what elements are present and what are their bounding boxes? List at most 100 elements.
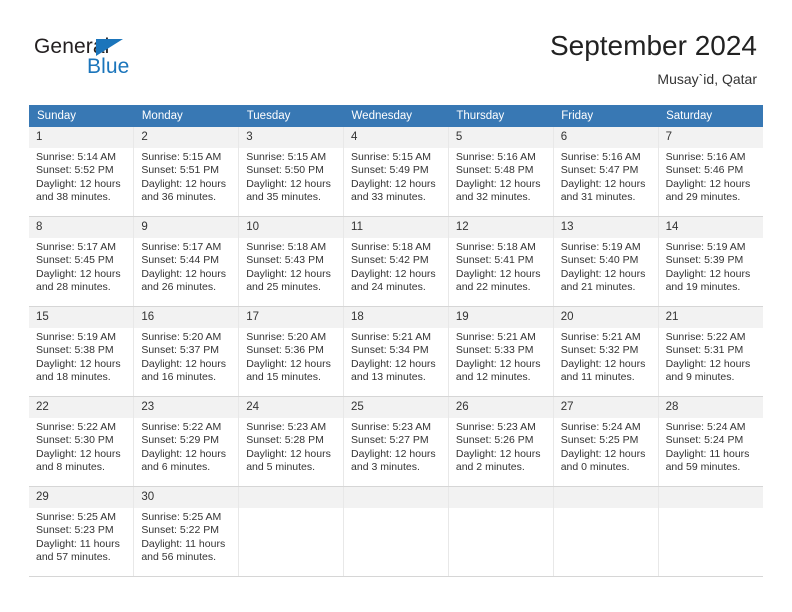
generalblue-logo[interactable]: General Blue (34, 36, 214, 84)
day-cell[interactable]: 16 Sunrise: 5:20 AM Sunset: 5:37 PM Dayl… (133, 306, 240, 397)
daylight-text-line2: and 15 minutes. (246, 371, 321, 384)
sunrise-sunset-calendar: Sunday Monday Tuesday Wednesday Thursday… (29, 105, 763, 577)
day-cell[interactable]: 6 Sunrise: 5:16 AM Sunset: 5:47 PM Dayli… (553, 127, 659, 217)
day-number: 11 (344, 217, 448, 238)
weekday-header-monday: Monday (133, 105, 239, 127)
day-cell[interactable]: 24 Sunrise: 5:23 AM Sunset: 5:28 PM Dayl… (238, 396, 345, 487)
day-number: 27 (553, 397, 658, 418)
day-details: Sunrise: 5:23 AM Sunset: 5:28 PM Dayligh… (239, 418, 343, 475)
day-cell[interactable]: 18 Sunrise: 5:21 AM Sunset: 5:34 PM Dayl… (343, 306, 449, 397)
sunset-text: Sunset: 5:49 PM (351, 164, 429, 177)
daylight-text-line2: and 2 minutes. (455, 461, 525, 474)
day-cell[interactable]: 20 Sunrise: 5:21 AM Sunset: 5:32 PM Dayl… (553, 306, 659, 397)
sunset-text: Sunset: 5:31 PM (665, 344, 744, 357)
daylight-text-line1: Daylight: 12 hours (141, 267, 226, 280)
daylight-text-line2: and 8 minutes. (36, 461, 105, 474)
day-details: Sunrise: 5:23 AM Sunset: 5:26 PM Dayligh… (449, 418, 553, 475)
day-cell[interactable]: 29 Sunrise: 5:25 AM Sunset: 5:23 PM Dayl… (29, 486, 135, 577)
daylight-text-line2: and 9 minutes. (665, 371, 735, 384)
day-details: Sunrise: 5:25 AM Sunset: 5:23 PM Dayligh… (29, 508, 133, 565)
daylight-text-line2: and 59 minutes. (665, 461, 741, 474)
day-number: 20 (553, 307, 658, 328)
day-cell[interactable]: 21 Sunrise: 5:22 AM Sunset: 5:31 PM Dayl… (658, 306, 763, 397)
day-cell[interactable]: 27 Sunrise: 5:24 AM Sunset: 5:25 PM Dayl… (553, 396, 659, 487)
daylight-text-line2: and 16 minutes. (141, 371, 217, 384)
day-number: 23 (134, 397, 239, 418)
day-cell[interactable]: 28 Sunrise: 5:24 AM Sunset: 5:24 PM Dayl… (658, 396, 763, 487)
day-number: 16 (134, 307, 239, 328)
day-cell[interactable]: 30 Sunrise: 5:25 AM Sunset: 5:22 PM Dayl… (133, 486, 240, 577)
sunrise-text: Sunrise: 5:22 AM (665, 331, 746, 343)
sunrise-text: Sunrise: 5:14 AM (36, 151, 116, 163)
day-cell[interactable]: 15 Sunrise: 5:19 AM Sunset: 5:38 PM Dayl… (29, 306, 135, 397)
day-cell[interactable]: 5 Sunrise: 5:16 AM Sunset: 5:48 PM Dayli… (448, 127, 554, 217)
daylight-text-line1: Daylight: 12 hours (36, 447, 121, 460)
daylight-text-line2: and 36 minutes. (141, 191, 217, 204)
day-cell[interactable]: 23 Sunrise: 5:22 AM Sunset: 5:29 PM Dayl… (133, 396, 240, 487)
day-details: Sunrise: 5:20 AM Sunset: 5:36 PM Dayligh… (239, 328, 343, 385)
day-details: Sunrise: 5:15 AM Sunset: 5:50 PM Dayligh… (239, 148, 343, 205)
day-number: 9 (134, 217, 239, 238)
daylight-text-line1: Daylight: 12 hours (141, 177, 226, 190)
sunset-text: Sunset: 5:26 PM (455, 434, 534, 447)
sunrise-text: Sunrise: 5:17 AM (36, 241, 116, 253)
calendar-week-row: 22 Sunrise: 5:22 AM Sunset: 5:30 PM Dayl… (29, 396, 763, 487)
weekday-header-saturday: Saturday (658, 105, 763, 127)
daylight-text-line2: and 11 minutes. (560, 371, 635, 384)
sunset-text: Sunset: 5:43 PM (246, 254, 324, 267)
day-cell[interactable]: 9 Sunrise: 5:17 AM Sunset: 5:44 PM Dayli… (133, 216, 240, 307)
day-cell[interactable]: 14 Sunrise: 5:19 AM Sunset: 5:39 PM Dayl… (658, 216, 763, 307)
daylight-text-line2: and 22 minutes. (455, 281, 531, 294)
daylight-text-line2: and 31 minutes. (560, 191, 636, 204)
daylight-text-line2: and 19 minutes. (665, 281, 741, 294)
day-number: 21 (658, 307, 763, 328)
day-cell[interactable]: 12 Sunrise: 5:18 AM Sunset: 5:41 PM Dayl… (448, 216, 554, 307)
day-cell[interactable]: 25 Sunrise: 5:23 AM Sunset: 5:27 PM Dayl… (343, 396, 449, 487)
day-cell[interactable]: 4 Sunrise: 5:15 AM Sunset: 5:49 PM Dayli… (343, 127, 449, 217)
logo-text-blue: Blue (87, 55, 130, 78)
sunrise-text: Sunrise: 5:22 AM (36, 421, 116, 433)
day-cell[interactable]: 2 Sunrise: 5:15 AM Sunset: 5:51 PM Dayli… (133, 127, 240, 217)
daylight-text-line1: Daylight: 12 hours (560, 357, 646, 370)
calendar-body: 1 Sunrise: 5:14 AM Sunset: 5:52 PM Dayli… (29, 127, 763, 577)
sunset-text: Sunset: 5:30 PM (36, 434, 114, 447)
title-block: September 2024 Musay`id, Qatar (550, 30, 757, 88)
daylight-text-line1: Daylight: 12 hours (36, 267, 121, 280)
day-cell[interactable]: 13 Sunrise: 5:19 AM Sunset: 5:40 PM Dayl… (553, 216, 659, 307)
day-details: Sunrise: 5:18 AM Sunset: 5:42 PM Dayligh… (344, 238, 448, 295)
day-number: 28 (658, 397, 763, 418)
day-details: Sunrise: 5:19 AM Sunset: 5:39 PM Dayligh… (659, 238, 763, 295)
daylight-text-line2: and 5 minutes. (246, 461, 316, 474)
day-cell[interactable]: 10 Sunrise: 5:18 AM Sunset: 5:43 PM Dayl… (238, 216, 345, 307)
daylight-text-line1: Daylight: 12 hours (455, 177, 541, 190)
sunrise-text: Sunrise: 5:21 AM (351, 331, 431, 343)
day-cell[interactable]: 3 Sunrise: 5:15 AM Sunset: 5:50 PM Dayli… (238, 127, 345, 217)
day-cell-empty (448, 486, 554, 577)
daylight-text-line1: Daylight: 12 hours (351, 177, 436, 190)
day-cell[interactable]: 8 Sunrise: 5:17 AM Sunset: 5:45 PM Dayli… (29, 216, 135, 307)
daylight-text-line1: Daylight: 12 hours (560, 177, 646, 190)
daylight-text-line1: Daylight: 12 hours (665, 357, 751, 370)
day-cell[interactable]: 7 Sunrise: 5:16 AM Sunset: 5:46 PM Dayli… (658, 127, 763, 217)
day-cell[interactable]: 17 Sunrise: 5:20 AM Sunset: 5:36 PM Dayl… (238, 306, 345, 397)
day-details: Sunrise: 5:21 AM Sunset: 5:34 PM Dayligh… (344, 328, 448, 385)
day-number: 18 (344, 307, 448, 328)
day-cell[interactable]: 1 Sunrise: 5:14 AM Sunset: 5:52 PM Dayli… (29, 127, 135, 217)
day-cell[interactable]: 11 Sunrise: 5:18 AM Sunset: 5:42 PM Dayl… (343, 216, 449, 307)
sunrise-text: Sunrise: 5:19 AM (665, 241, 746, 253)
sunrise-text: Sunrise: 5:23 AM (455, 421, 536, 433)
day-cell[interactable]: 26 Sunrise: 5:23 AM Sunset: 5:26 PM Dayl… (448, 396, 554, 487)
day-cell[interactable]: 19 Sunrise: 5:21 AM Sunset: 5:33 PM Dayl… (448, 306, 554, 397)
day-number: 8 (29, 217, 134, 238)
day-details: Sunrise: 5:16 AM Sunset: 5:47 PM Dayligh… (554, 148, 658, 205)
day-cell[interactable]: 22 Sunrise: 5:22 AM Sunset: 5:30 PM Dayl… (29, 396, 135, 487)
daylight-text-line1: Daylight: 12 hours (246, 447, 331, 460)
day-number: 13 (553, 217, 658, 238)
day-number: 7 (658, 127, 763, 148)
sunset-text: Sunset: 5:29 PM (141, 434, 219, 447)
sunset-text: Sunset: 5:37 PM (141, 344, 219, 357)
sunset-text: Sunset: 5:27 PM (351, 434, 429, 447)
day-number: 6 (553, 127, 658, 148)
sunrise-text: Sunrise: 5:15 AM (351, 151, 431, 163)
day-number: 14 (658, 217, 763, 238)
